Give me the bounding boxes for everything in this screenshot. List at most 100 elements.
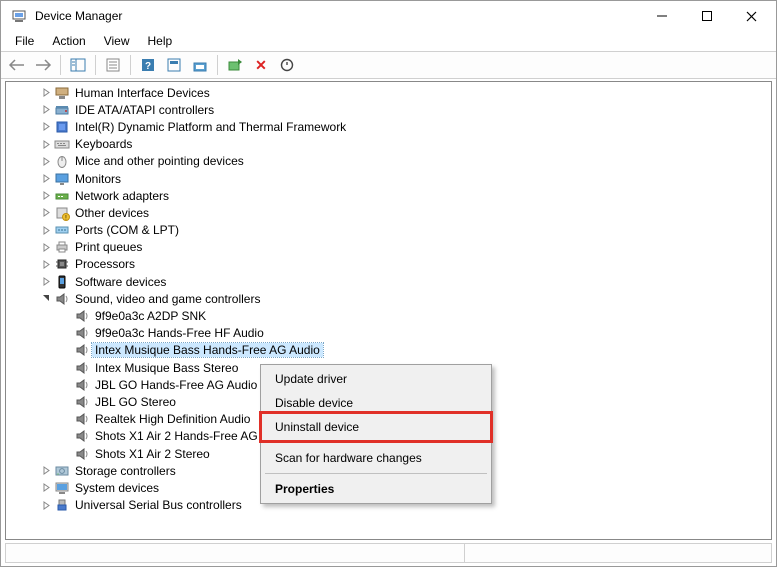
device-label: JBL GO Hands-Free AG Audio xyxy=(92,378,260,392)
context-menu: Update driver Disable device Uninstall d… xyxy=(260,364,492,504)
enable-device-button[interactable] xyxy=(223,54,247,76)
forward-button[interactable] xyxy=(31,54,55,76)
window-title: Device Manager xyxy=(35,9,122,23)
menubar: File Action View Help xyxy=(1,31,776,51)
expand-icon[interactable] xyxy=(40,155,52,167)
device-label: Sound, video and game controllers xyxy=(72,292,263,306)
software-icon xyxy=(54,274,70,290)
category-node[interactable]: Processors xyxy=(18,256,771,273)
device-label: JBL GO Stereo xyxy=(92,395,179,409)
expand-icon[interactable] xyxy=(40,190,52,202)
context-update-driver[interactable]: Update driver xyxy=(263,367,489,391)
printer-icon xyxy=(54,239,70,255)
category-node[interactable]: IDE ATA/ATAPI controllers xyxy=(18,101,771,118)
expand-icon[interactable] xyxy=(40,499,52,511)
category-node[interactable]: Network adapters xyxy=(18,187,771,204)
help-toolbar-button[interactable]: ? xyxy=(136,54,160,76)
device-label: Software devices xyxy=(72,275,169,289)
minimize-button[interactable] xyxy=(639,2,684,30)
device-label: Monitors xyxy=(72,172,124,186)
context-properties[interactable]: Properties xyxy=(263,477,489,501)
intel-icon xyxy=(54,119,70,135)
device-label: Keyboards xyxy=(72,137,135,151)
speaker-icon xyxy=(74,377,90,393)
speaker-icon xyxy=(74,411,90,427)
update-driver-toolbar-button[interactable] xyxy=(188,54,212,76)
expand-icon[interactable] xyxy=(40,138,52,150)
audio-device-node[interactable]: 9f9e0a3c Hands-Free HF Audio xyxy=(18,325,771,342)
hid-icon xyxy=(54,85,70,101)
expand-icon[interactable] xyxy=(40,121,52,133)
device-label: Realtek High Definition Audio xyxy=(92,412,253,426)
titlebar: Device Manager xyxy=(1,1,776,31)
device-label: Human Interface Devices xyxy=(72,86,213,100)
cpu-icon xyxy=(54,256,70,272)
menu-file[interactable]: File xyxy=(7,32,42,50)
category-node[interactable]: Intel(R) Dynamic Platform and Thermal Fr… xyxy=(18,118,771,135)
toolbar-separator xyxy=(60,55,61,75)
expand-icon[interactable] xyxy=(40,258,52,270)
network-icon xyxy=(54,188,70,204)
disable-device-button[interactable] xyxy=(275,54,299,76)
expand-icon[interactable] xyxy=(40,276,52,288)
device-label: 9f9e0a3c Hands-Free HF Audio xyxy=(92,326,267,340)
context-scan-hardware[interactable]: Scan for hardware changes xyxy=(263,446,489,470)
port-icon xyxy=(54,222,70,238)
keyboard-icon xyxy=(54,136,70,152)
scan-hardware-button[interactable] xyxy=(162,54,186,76)
category-node[interactable]: Software devices xyxy=(18,273,771,290)
audio-device-node[interactable]: 9f9e0a3c A2DP SNK xyxy=(18,307,771,324)
category-node[interactable]: Ports (COM & LPT) xyxy=(18,222,771,239)
show-hide-tree-button[interactable] xyxy=(66,54,90,76)
expand-icon[interactable] xyxy=(40,241,52,253)
category-node[interactable]: Monitors xyxy=(18,170,771,187)
expand-icon[interactable] xyxy=(40,207,52,219)
context-separator xyxy=(265,473,487,474)
category-sound[interactable]: Sound, video and game controllers xyxy=(18,290,771,307)
category-node[interactable]: Print queues xyxy=(18,239,771,256)
device-label: IDE ATA/ATAPI controllers xyxy=(72,103,217,117)
toolbar-separator xyxy=(95,55,96,75)
toolbar-separator xyxy=(217,55,218,75)
device-label: Other devices xyxy=(72,206,152,220)
speaker-icon xyxy=(74,428,90,444)
device-label: Mice and other pointing devices xyxy=(72,154,247,168)
menu-view[interactable]: View xyxy=(96,32,138,50)
collapse-icon[interactable] xyxy=(40,293,52,305)
category-node[interactable]: Human Interface Devices xyxy=(18,84,771,101)
menu-help[interactable]: Help xyxy=(140,32,181,50)
storage-icon xyxy=(54,463,70,479)
back-button[interactable] xyxy=(5,54,29,76)
device-label: Storage controllers xyxy=(72,464,179,478)
device-label: Network adapters xyxy=(72,189,172,203)
expand-icon[interactable] xyxy=(40,87,52,99)
device-label: System devices xyxy=(72,481,162,495)
device-label: Processors xyxy=(72,257,138,271)
device-label: Shots X1 Air 2 Stereo xyxy=(92,447,213,461)
category-node[interactable]: Keyboards xyxy=(18,136,771,153)
monitor-icon xyxy=(54,171,70,187)
category-node[interactable]: Mice and other pointing devices xyxy=(18,153,771,170)
close-button[interactable] xyxy=(729,2,774,30)
maximize-button[interactable] xyxy=(684,2,729,30)
menu-action[interactable]: Action xyxy=(44,32,93,50)
context-uninstall-device[interactable]: Uninstall device xyxy=(263,415,489,439)
statusbar xyxy=(5,543,772,563)
uninstall-toolbar-button[interactable]: ✕ xyxy=(249,54,273,76)
audio-device-node[interactable]: Intex Musique Bass Hands-Free AG Audio xyxy=(18,342,771,359)
device-label: Intel(R) Dynamic Platform and Thermal Fr… xyxy=(72,120,349,134)
category-node[interactable]: !Other devices xyxy=(18,204,771,221)
toolbar: ? ✕ xyxy=(1,51,776,79)
speaker-icon xyxy=(74,360,90,376)
expand-icon[interactable] xyxy=(40,224,52,236)
context-disable-device[interactable]: Disable device xyxy=(263,391,489,415)
mouse-icon xyxy=(54,153,70,169)
expand-icon[interactable] xyxy=(40,482,52,494)
properties-toolbar-button[interactable] xyxy=(101,54,125,76)
speaker-icon xyxy=(74,308,90,324)
expand-icon[interactable] xyxy=(40,173,52,185)
expand-icon[interactable] xyxy=(40,104,52,116)
context-separator xyxy=(265,442,487,443)
expand-icon[interactable] xyxy=(40,465,52,477)
x-icon: ✕ xyxy=(255,57,267,74)
